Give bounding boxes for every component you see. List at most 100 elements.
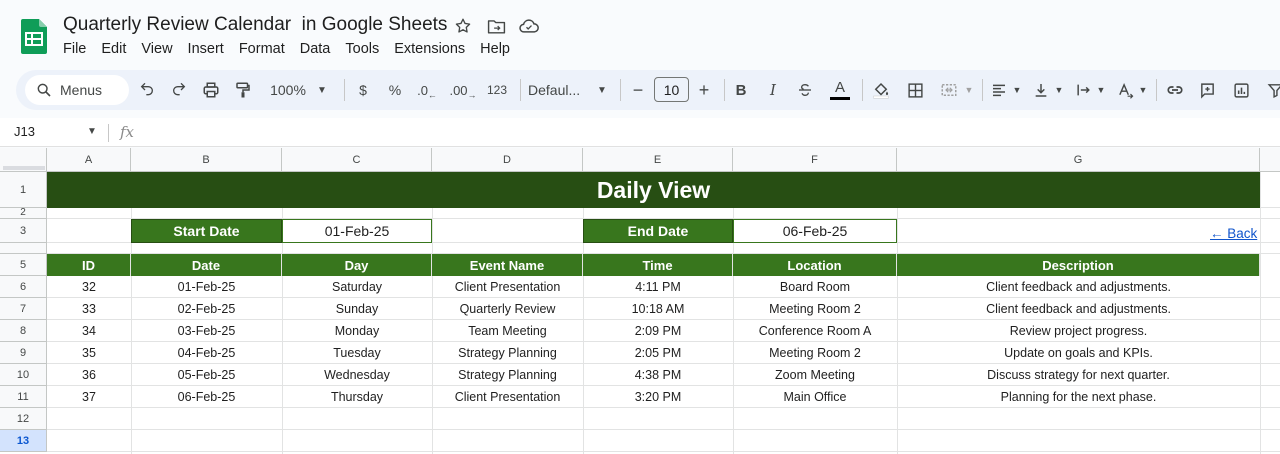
increase-font-size-button[interactable]: + [694,78,714,102]
menu-file[interactable]: File [63,41,86,57]
cell-description[interactable]: Client feedback and adjustments. [897,298,1260,320]
row-header-5[interactable]: 5 [0,254,47,276]
redo-icon[interactable] [168,78,190,102]
cell-location[interactable]: Board Room [733,276,897,298]
percent-format-button[interactable]: % [384,78,406,102]
cell-event-name[interactable]: Client Presentation [432,386,583,408]
cell-time[interactable]: 4:38 PM [583,364,733,386]
cell-id[interactable]: 32 [47,276,131,298]
select-all-corner[interactable] [0,148,47,172]
print-icon[interactable] [200,78,222,102]
column-header-a[interactable]: A [47,148,131,172]
halign-caret-icon[interactable]: ▼ [1010,78,1024,102]
decrease-font-size-button[interactable]: − [628,78,648,102]
currency-format-button[interactable]: $ [352,78,374,102]
cell-date[interactable]: 04-Feb-25 [131,342,282,364]
back-link[interactable]: ← Back [1210,226,1257,241]
cell-day[interactable]: Wednesday [282,364,432,386]
cell-day[interactable]: Thursday [282,386,432,408]
cell-time[interactable]: 2:09 PM [583,320,733,342]
cell-date[interactable]: 03-Feb-25 [131,320,282,342]
cell-time[interactable]: 10:18 AM [583,298,733,320]
cell-time[interactable]: 3:20 PM [583,386,733,408]
cell-date[interactable]: 02-Feb-25 [131,298,282,320]
cell-event-name[interactable]: Quarterly Review [432,298,583,320]
cell-time[interactable]: 2:05 PM [583,342,733,364]
cell-id[interactable]: 37 [47,386,131,408]
cell-day[interactable]: Monday [282,320,432,342]
search-menus-button[interactable]: Menus [25,75,129,105]
rotation-caret-icon[interactable]: ▼ [1136,78,1150,102]
column-header-g[interactable]: G [897,148,1260,172]
cell-date[interactable]: 01-Feb-25 [131,276,282,298]
horizontal-align-icon[interactable] [988,78,1010,102]
cell-description[interactable]: Discuss strategy for next quarter. [897,364,1260,386]
cell-location[interactable]: Meeting Room 2 [733,298,897,320]
borders-icon[interactable] [904,78,926,102]
cell-location[interactable]: Main Office [733,386,897,408]
font-caret-icon[interactable]: ▼ [594,78,610,102]
cell-location[interactable]: Meeting Room 2 [733,342,897,364]
merge-caret-icon[interactable]: ▼ [962,78,976,102]
vertical-align-icon[interactable] [1030,78,1052,102]
more-formats-button[interactable]: 123 [482,78,512,102]
cell-description[interactable]: Client feedback and adjustments. [897,276,1260,298]
decrease-decimal-button[interactable]: .0 ← [414,78,440,102]
column-header-f[interactable]: F [733,148,897,172]
cell-event-name[interactable]: Team Meeting [432,320,583,342]
fill-color-icon[interactable] [870,78,892,102]
font-family-select[interactable]: Defaul... [528,78,592,102]
text-wrapping-icon[interactable] [1072,78,1094,102]
insert-chart-icon[interactable] [1230,78,1252,102]
column-header-h[interactable] [1260,148,1280,172]
undo-icon[interactable] [136,78,158,102]
cell-location[interactable]: Zoom Meeting [733,364,897,386]
menu-insert[interactable]: Insert [188,41,224,57]
end-date-cell[interactable]: 06-Feb-25 [733,219,897,243]
row-header-4[interactable] [0,243,47,254]
cell-id[interactable]: 36 [47,364,131,386]
font-size-input[interactable]: 10 [654,77,689,102]
move-folder-icon[interactable] [486,16,506,36]
cell-date[interactable]: 05-Feb-25 [131,364,282,386]
spreadsheet-grid[interactable]: A B C D E F G 1 2 3 5 6 7 8 9 10 11 12 1… [0,148,1280,454]
row-header-2[interactable]: 2 [0,207,47,219]
menu-view[interactable]: View [141,41,172,57]
cell-description[interactable]: Review project progress. [897,320,1260,342]
cell-date[interactable]: 06-Feb-25 [131,386,282,408]
cell-day[interactable]: Tuesday [282,342,432,364]
cell-day[interactable]: Sunday [282,298,432,320]
row-header-1[interactable]: 1 [0,172,47,208]
insert-comment-icon[interactable] [1196,78,1218,102]
cell-id[interactable]: 34 [47,320,131,342]
name-box[interactable]: J13 [14,124,35,139]
google-sheets-logo-icon[interactable] [21,19,47,54]
cell-id[interactable]: 33 [47,298,131,320]
cloud-saved-icon[interactable] [519,16,539,36]
row-header-13[interactable]: 13 [0,430,47,452]
start-date-cell[interactable]: 01-Feb-25 [282,219,432,243]
cell-description[interactable]: Planning for the next phase. [897,386,1260,408]
cell-event-name[interactable]: Strategy Planning [432,342,583,364]
column-header-d[interactable]: D [432,148,583,172]
menu-extensions[interactable]: Extensions [394,41,465,57]
menu-format[interactable]: Format [239,41,285,57]
menu-edit[interactable]: Edit [101,41,126,57]
cell-event-name[interactable]: Client Presentation [432,276,583,298]
paint-format-icon[interactable] [232,78,254,102]
menu-data[interactable]: Data [300,41,331,57]
cell-id[interactable]: 35 [47,342,131,364]
insert-link-icon[interactable] [1164,78,1186,102]
strikethrough-icon[interactable] [794,78,816,102]
menu-tools[interactable]: Tools [345,41,379,57]
increase-decimal-button[interactable]: .00 → [448,78,478,102]
menu-help[interactable]: Help [480,41,510,57]
zoom-caret-icon[interactable]: ▼ [314,78,330,102]
cell-day[interactable]: Saturday [282,276,432,298]
wrap-caret-icon[interactable]: ▼ [1094,78,1108,102]
merge-cells-icon[interactable] [938,78,960,102]
italic-button[interactable]: I [762,78,784,102]
text-color-button[interactable]: A [828,78,852,102]
bold-button[interactable]: B [730,78,752,102]
cell-time[interactable]: 4:11 PM [583,276,733,298]
